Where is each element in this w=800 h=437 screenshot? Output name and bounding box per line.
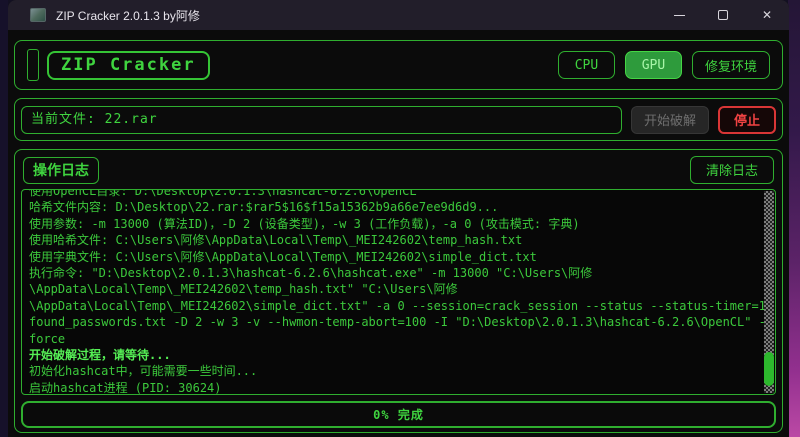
desktop-wallpaper-right: [788, 0, 800, 437]
log-line: found_passwords.txt -D 2 -w 3 -v --hwmon…: [29, 314, 759, 330]
titlebar: ZIP Cracker 2.0.1.3 by阿修 ✕: [8, 0, 789, 30]
log-panel-title: 操作日志: [23, 157, 99, 184]
app-window: ZIP Cracker 2.0.1.3 by阿修 ✕ ZIP Cracker C…: [8, 0, 789, 437]
stop-button[interactable]: 停止: [718, 106, 776, 134]
log-panel: 操作日志 清除日志 使用OpenCL目录: D:\Desktop\2.0.1.3…: [14, 149, 783, 433]
window-content: ZIP Cracker CPU GPU 修复环境 当前文件: 22.rar 开始破解…: [8, 40, 789, 433]
mode-button-cpu[interactable]: CPU: [558, 51, 615, 79]
clear-log-button[interactable]: 清除日志: [690, 156, 774, 184]
log-output-area[interactable]: 使用OpenCL目录: D:\Desktop\2.0.1.3\hashcat-6…: [21, 189, 776, 395]
log-line: force: [29, 331, 759, 347]
log-line: 使用字典文件: C:\Users\阿修\AppData\Local\Temp\_…: [29, 249, 759, 265]
log-header: 操作日志 清除日志: [23, 156, 774, 184]
zipper-icon: [27, 49, 39, 81]
log-line: 使用参数: -m 13000 (算法ID)，-D 2 (设备类型)，-w 3 (…: [29, 216, 759, 232]
log-line: 开始破解过程，请等待...: [29, 347, 759, 363]
app-icon: [30, 8, 46, 22]
window-title: ZIP Cracker 2.0.1.3 by阿修: [56, 7, 200, 24]
minimize-icon: [674, 15, 685, 16]
log-line: 执行命令: "D:\Desktop\2.0.1.3\hashcat-6.2.6\…: [29, 265, 759, 281]
progress-text: 0% 完成: [373, 406, 424, 423]
log-line: 哈希文件内容: D:\Desktop\22.rar:$rar5$16$f15a1…: [29, 199, 759, 215]
start-crack-button[interactable]: 开始破解: [631, 106, 709, 134]
header-panel: ZIP Cracker CPU GPU 修复环境: [14, 40, 783, 90]
log-line: 使用OpenCL目录: D:\Desktop\2.0.1.3\hashcat-6…: [29, 189, 759, 199]
app-logo: ZIP Cracker: [47, 51, 210, 80]
log-line: 启动hashcat进程 (PID: 30624): [29, 380, 759, 395]
log-line: 使用哈希文件: C:\Users\阿修\AppData\Local\Temp\_…: [29, 232, 759, 248]
log-scrollbar[interactable]: [764, 191, 774, 393]
maximize-icon: [718, 10, 728, 20]
close-button[interactable]: ✕: [745, 0, 789, 30]
log-line: \AppData\Local\Temp\_MEI242602\temp_hash…: [29, 281, 759, 297]
minimize-button[interactable]: [657, 0, 701, 30]
scrollbar-thumb[interactable]: [764, 352, 774, 386]
log-line: \AppData\Local\Temp\_MEI242602\simple_di…: [29, 298, 759, 314]
mode-button-repair-env[interactable]: 修复环境: [692, 51, 770, 79]
file-panel: 当前文件: 22.rar 开始破解 停止: [14, 98, 783, 141]
log-line: 初始化hashcat中，可能需要一些时间...: [29, 363, 759, 379]
progress-bar: 0% 完成: [21, 401, 776, 428]
desktop-wallpaper-left: [0, 0, 8, 437]
mode-button-gpu[interactable]: GPU: [625, 51, 682, 79]
window-controls: ✕: [657, 0, 789, 30]
current-file-field[interactable]: 当前文件: 22.rar: [21, 106, 622, 134]
close-icon: ✕: [762, 9, 772, 21]
maximize-button[interactable]: [701, 0, 745, 30]
header-buttons: CPU GPU 修复环境: [558, 51, 770, 79]
log-content: 使用OpenCL目录: D:\Desktop\2.0.1.3\hashcat-6…: [29, 189, 759, 395]
